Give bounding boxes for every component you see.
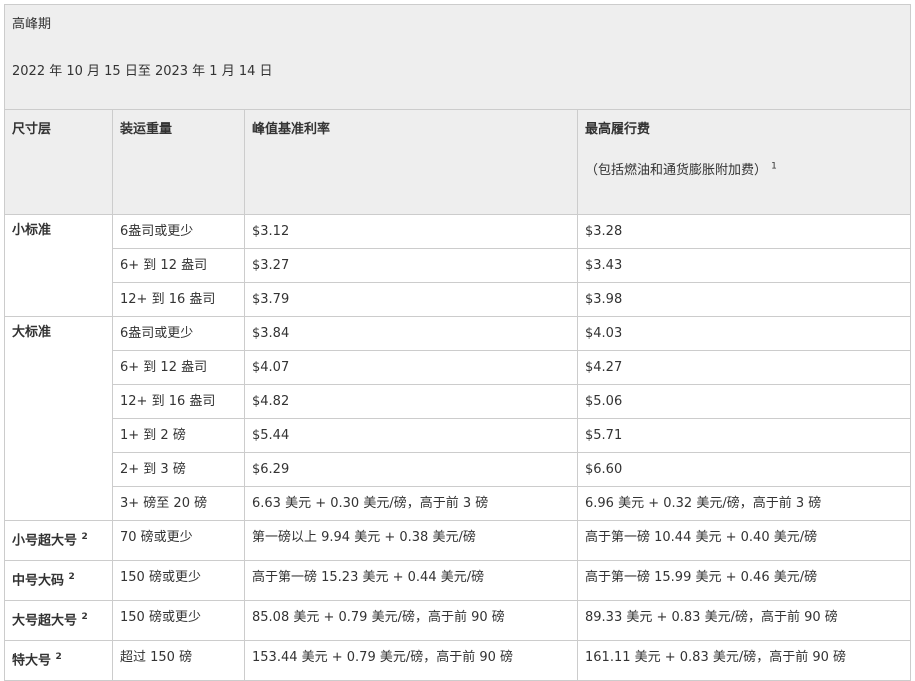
weight-cell: 6+ 到 12 盎司 <box>112 248 245 283</box>
weight-cell: 超过 150 磅 <box>112 640 245 681</box>
peak-period-title: 高峰期 <box>12 17 52 32</box>
header-row: 尺寸层 装运重量 峰值基准利率 最高履行费 （包括燃油和通货膨胀附加费） 1 <box>4 109 912 215</box>
size-tier-name: 大号超大号 <box>12 613 78 629</box>
header-size-tier: 尺寸层 <box>4 109 113 215</box>
table-row: 2+ 到 3 磅 $6.29 $6.60 <box>5 452 912 487</box>
weight-cell: 12+ 到 16 盎司 <box>112 384 245 419</box>
table-row: 中号大码 2 150 磅或更少 高于第一磅 15.23 美元 + 0.44 美元/磅… <box>4 560 912 601</box>
size-tier-cell: 大号超大号 2 <box>4 600 113 641</box>
base-rate-cell: $3.79 <box>244 282 578 317</box>
base-rate-cell: 第一磅以上 9.94 美元 + 0.38 美元/磅 <box>244 520 578 561</box>
table-row: 6+ 到 12 盎司 $4.07 $4.27 <box>5 350 912 385</box>
max-fee-cell: $4.27 <box>576 350 912 385</box>
base-rate-cell: $6.29 <box>244 452 578 487</box>
size-tier-cell: 中号大码 2 <box>4 560 113 601</box>
table-row: 12+ 到 16 盎司 $4.82 $5.06 <box>5 384 912 419</box>
table-row: 大标准 6盎司或更少 $3.84 $4.03 <box>4 316 912 521</box>
max-fee-cell: 6.96 美元 + 0.32 美元/磅，高于前 3 磅 <box>576 486 912 521</box>
base-rate-cell: 高于第一磅 15.23 美元 + 0.44 美元/磅 <box>244 560 578 601</box>
max-fee-cell: $4.03 <box>576 316 912 351</box>
base-rate-cell: 153.44 美元 + 0.79 美元/磅，高于前 90 磅 <box>244 640 578 681</box>
header-max-fee-note-text: （包括燃油和通货膨胀附加费） <box>585 163 768 178</box>
size-tier-name: 中号大码 <box>12 573 65 589</box>
header-max-fee: 最高履行费 （包括燃油和通货膨胀附加费） 1 <box>576 109 912 215</box>
weight-cell: 70 磅或更少 <box>112 520 245 561</box>
max-fee-cell: $5.06 <box>576 384 912 419</box>
max-fee-cell: $3.28 <box>576 214 912 249</box>
table-row: 大号超大号 2 150 磅或更少 85.08 美元 + 0.79 美元/磅，高于前 … <box>4 600 912 641</box>
max-fee-cell: $3.43 <box>576 248 912 283</box>
max-fee-cell: 161.11 美元 + 0.83 美元/磅，高于前 90 磅 <box>576 640 912 681</box>
table-row: 12+ 到 16 盎司 $3.79 $3.98 <box>5 282 912 317</box>
size-tier-cell: 小号超大号 2 <box>4 520 113 561</box>
max-fee-cell: $6.60 <box>576 452 912 487</box>
table-row: 3+ 磅至 20 磅 6.63 美元 + 0.30 美元/磅，高于前 3 磅 6.9… <box>5 486 912 521</box>
size-tier-name: 小标准 <box>12 223 52 238</box>
size-tier-cell: 特大号 2 <box>4 640 113 681</box>
footnote-marker: 2 <box>55 652 62 662</box>
base-rate-cell: $3.12 <box>244 214 578 249</box>
weight-cell: 1+ 到 2 磅 <box>112 418 245 453</box>
base-rate-cell: $4.82 <box>244 384 578 419</box>
weight-cell: 6+ 到 12 盎司 <box>112 350 245 385</box>
weight-cell: 2+ 到 3 磅 <box>112 452 245 487</box>
footnote-marker: 2 <box>81 612 88 622</box>
table-row: 小号超大号 2 70 磅或更少 第一磅以上 9.94 美元 + 0.38 美元/磅高… <box>4 520 912 561</box>
base-rate-cell: 85.08 美元 + 0.79 美元/磅，高于前 90 磅 <box>244 600 578 641</box>
weight-cell: 150 磅或更少 <box>112 600 245 641</box>
size-tier-name: 小号超大号 <box>12 533 78 549</box>
size-tier-name: 大标准 <box>12 325 52 340</box>
peak-period-cell: 高峰期 2022 年 10 月 15 日至 2023 年 1 月 14 日 <box>3 4 912 110</box>
base-rate-cell: 6.63 美元 + 0.30 美元/磅，高于前 3 磅 <box>244 486 578 521</box>
weight-cell: 150 磅或更少 <box>112 560 245 601</box>
base-rate-cell: $3.84 <box>244 316 578 351</box>
peak-period-row: 高峰期 2022 年 10 月 15 日至 2023 年 1 月 14 日 <box>3 4 912 110</box>
header-weight: 装运重量 <box>112 109 245 215</box>
base-rate-cell: $5.44 <box>244 418 578 453</box>
header-base-rate: 峰值基准利率 <box>244 109 578 215</box>
footnote-marker: 2 <box>81 532 88 542</box>
peak-fee-table: 高峰期 2022 年 10 月 15 日至 2023 年 1 月 14 日 尺寸… <box>3 4 912 681</box>
base-rate-cell: $3.27 <box>244 248 578 283</box>
table-row: 小标准 6盎司或更少 $3.12 $3.28 <box>4 214 912 317</box>
max-fee-cell: $3.98 <box>576 282 912 317</box>
max-fee-cell: 高于第一磅 10.44 美元 + 0.40 美元/磅 <box>576 520 912 561</box>
max-fee-cell: 高于第一磅 15.99 美元 + 0.46 美元/磅 <box>576 560 912 601</box>
header-max-fee-note: （包括燃油和通货膨胀附加费） 1 <box>585 159 903 178</box>
table-row: 1+ 到 2 磅 $5.44 $5.71 <box>5 418 912 453</box>
weight-cell: 3+ 磅至 20 磅 <box>112 486 245 521</box>
size-tier-cell: 小标准 <box>4 214 113 317</box>
size-tier-cell: 大标准 <box>4 316 113 521</box>
peak-period-dates: 2022 年 10 月 15 日至 2023 年 1 月 14 日 <box>12 64 273 79</box>
base-rate-cell: $4.07 <box>244 350 578 385</box>
max-fee-cell: $5.71 <box>576 418 912 453</box>
table-row: 特大号 2 超过 150 磅 153.44 美元 + 0.79 美元/磅，高于前 9… <box>4 640 912 681</box>
fee-table-body: 高峰期 2022 年 10 月 15 日至 2023 年 1 月 14 日 尺寸… <box>3 4 912 681</box>
weight-cell: 6盎司或更少 <box>112 316 245 351</box>
weight-cell: 12+ 到 16 盎司 <box>112 282 245 317</box>
footnote-marker: 1 <box>771 161 777 172</box>
table-row: 6+ 到 12 盎司 $3.27 $3.43 <box>5 248 912 283</box>
weight-cell: 6盎司或更少 <box>112 214 245 249</box>
footnote-marker: 2 <box>68 572 75 582</box>
header-max-fee-label: 最高履行费 <box>585 122 651 137</box>
max-fee-cell: 89.33 美元 + 0.83 美元/磅，高于前 90 磅 <box>576 600 912 641</box>
